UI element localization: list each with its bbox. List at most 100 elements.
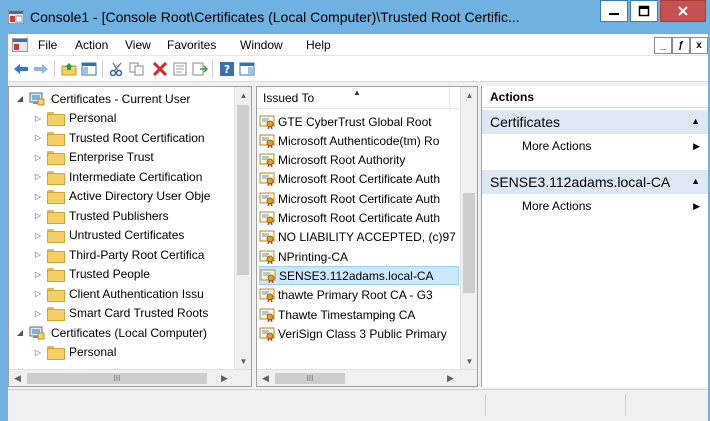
help-button[interactable]: ?: [218, 60, 236, 78]
mdi-close-button[interactable]: x: [690, 37, 708, 54]
collapsed-arrow-icon[interactable]: ▷: [33, 191, 43, 201]
certificate-icon: [259, 230, 275, 245]
delete-button[interactable]: [151, 60, 169, 78]
certificate-issued-to: Microsoft Root Certificate Auth: [278, 191, 441, 206]
collapsed-arrow-icon[interactable]: ▷: [33, 211, 43, 221]
tree-item[interactable]: ▷ Client Authentication Issu: [33, 284, 204, 303]
scroll-thumb[interactable]: [237, 105, 249, 275]
scroll-thumb[interactable]: III: [27, 373, 207, 384]
scroll-thumb[interactable]: [463, 193, 475, 293]
certificate-row[interactable]: Microsoft Root Certificate Auth: [259, 209, 459, 228]
export-list-button[interactable]: [191, 60, 209, 78]
collapsed-arrow-icon[interactable]: ▷: [33, 308, 43, 318]
certificate-row[interactable]: thawte Primary Root CA - G3: [259, 286, 459, 305]
tree-item[interactable]: ▷ Third-Party Root Certifica: [33, 245, 204, 264]
scroll-up-arrow-icon[interactable]: ▲: [235, 87, 251, 104]
menu-window[interactable]: Window: [240, 38, 283, 52]
tree-item[interactable]: ▷ Trusted Publishers: [33, 206, 169, 225]
scroll-right-arrow-icon[interactable]: ▶: [216, 370, 233, 386]
collapsed-arrow-icon[interactable]: ▷: [33, 269, 43, 279]
collapsed-arrow-icon[interactable]: ▷: [33, 152, 43, 162]
expanded-arrow-icon[interactable]: ◢: [15, 94, 25, 104]
expanded-arrow-icon[interactable]: ◢: [15, 328, 25, 338]
certificate-list-pane[interactable]: Issued To ▲ GTE CyberTrust Global Root Mi…: [256, 86, 478, 387]
tree-item[interactable]: ▷ Active Directory User Obje: [33, 187, 210, 206]
collapsed-arrow-icon[interactable]: ▷: [33, 172, 43, 182]
collapse-up-icon[interactable]: ▲: [691, 176, 700, 186]
tree-item[interactable]: ▷ Trusted Root Certification: [33, 128, 205, 147]
up-level-button[interactable]: [60, 60, 78, 78]
mdi-restore-button[interactable]: ƒ: [672, 37, 690, 54]
certificate-row[interactable]: Microsoft Authenticode(tm) Ro: [259, 131, 459, 150]
column-divider[interactable]: [449, 87, 450, 109]
tree-item[interactable]: ◢ Certificates (Local Computer): [15, 323, 207, 342]
menu-view[interactable]: View: [125, 38, 151, 52]
certificate-row[interactable]: Thawte Timestamping CA: [259, 305, 459, 324]
tree-item[interactable]: ▷ Personal: [33, 109, 116, 128]
action-group-title: SENSE3.112adams.local-CA: [490, 174, 671, 190]
toolbar-separator: [54, 60, 55, 78]
scroll-down-arrow-icon[interactable]: ▼: [461, 353, 477, 370]
tree-item[interactable]: ▷ Intermediate Certification: [33, 167, 202, 186]
scroll-thumb[interactable]: III: [275, 373, 345, 384]
action-group-certificates[interactable]: Certificates ▲: [482, 110, 708, 134]
certificate-row[interactable]: Microsoft Root Certificate Auth: [259, 189, 459, 208]
collapsed-arrow-icon[interactable]: ▷: [33, 133, 43, 143]
menu-action[interactable]: Action: [75, 38, 108, 52]
document-system-menu-icon[interactable]: [12, 38, 28, 52]
certificate-issued-to: thawte Primary Root CA - G3: [278, 288, 433, 303]
collapsed-arrow-icon[interactable]: ▷: [33, 250, 43, 260]
more-actions-item[interactable]: More Actions ▶: [482, 136, 708, 156]
cut-button[interactable]: [108, 60, 126, 78]
title-bar[interactable]: Console1 - [Console Root\Certificates (L…: [0, 0, 710, 34]
more-actions-item[interactable]: More Actions ▶: [482, 196, 708, 216]
tree-vertical-scrollbar[interactable]: ▲ ▼: [234, 87, 251, 370]
tree-item-label: Active Directory User Obje: [69, 189, 211, 203]
tree-item[interactable]: ▷ Personal: [33, 343, 116, 362]
certificate-row[interactable]: Microsoft Root Certificate Auth: [259, 170, 459, 189]
collapsed-arrow-icon[interactable]: ▷: [33, 113, 43, 123]
back-icon: [14, 64, 28, 74]
column-header-issued-to[interactable]: Issued To ▲: [257, 87, 461, 109]
minimize-button[interactable]: [600, 0, 628, 22]
certificate-row[interactable]: Microsoft Root Authority: [259, 151, 459, 170]
back-button[interactable]: [12, 60, 30, 78]
collapsed-arrow-icon[interactable]: ▷: [33, 289, 43, 299]
close-button[interactable]: [660, 0, 706, 22]
menu-file[interactable]: File: [38, 38, 57, 52]
tree-item[interactable]: ▷ Trusted People: [33, 265, 150, 284]
certificate-row[interactable]: VeriSign Class 3 Public Primary: [259, 324, 459, 343]
certificate-row[interactable]: SENSE3.112adams.local-CA: [259, 266, 459, 286]
certificate-row[interactable]: NPrinting-CA: [259, 247, 459, 266]
collapsed-arrow-icon[interactable]: ▷: [33, 230, 43, 240]
scroll-left-arrow-icon[interactable]: ◀: [257, 370, 274, 386]
action-group-selected-cert[interactable]: SENSE3.112adams.local-CA ▲: [482, 170, 708, 194]
show-hide-action-pane-button[interactable]: [238, 60, 256, 78]
certificate-row[interactable]: GTE CyberTrust Global Root: [259, 112, 459, 131]
menu-favorites[interactable]: Favorites: [167, 38, 216, 52]
menu-help[interactable]: Help: [306, 38, 331, 52]
tree-item[interactable]: ▷ Enterprise Trust: [33, 148, 154, 167]
maximize-button[interactable]: [630, 0, 658, 22]
mdi-minimize-button[interactable]: _: [654, 37, 672, 54]
scroll-right-arrow-icon[interactable]: ▶: [442, 370, 459, 386]
console-tree-pane[interactable]: ◢ Certificates - Current User ▷ Personal ▷ Tr…: [8, 86, 252, 387]
list-vertical-scrollbar[interactable]: ▲ ▼: [460, 87, 477, 370]
collapsed-arrow-icon[interactable]: ▷: [33, 347, 43, 357]
copy-button[interactable]: [128, 60, 146, 78]
scroll-left-arrow-icon[interactable]: ◀: [9, 370, 26, 386]
certificate-icon: [259, 211, 275, 225]
certificate-row[interactable]: NO LIABILITY ACCEPTED, (c)97: [259, 228, 459, 247]
tree-item[interactable]: ◢ Certificates - Current User: [15, 89, 190, 108]
collapse-up-icon[interactable]: ▲: [691, 116, 700, 126]
scroll-down-arrow-icon[interactable]: ▼: [235, 353, 251, 370]
up-folder-icon: [61, 63, 77, 76]
tree-horizontal-scrollbar[interactable]: ◀ III ▶: [9, 369, 251, 386]
scroll-up-arrow-icon[interactable]: ▲: [461, 87, 477, 104]
list-horizontal-scrollbar[interactable]: ◀ III ▶: [257, 369, 477, 386]
show-hide-tree-button[interactable]: [80, 60, 98, 78]
forward-button[interactable]: [32, 60, 50, 78]
properties-button[interactable]: [171, 60, 189, 78]
tree-item[interactable]: ▷ Smart Card Trusted Roots: [33, 304, 208, 323]
tree-item[interactable]: ▷ Untrusted Certificates: [33, 226, 184, 245]
